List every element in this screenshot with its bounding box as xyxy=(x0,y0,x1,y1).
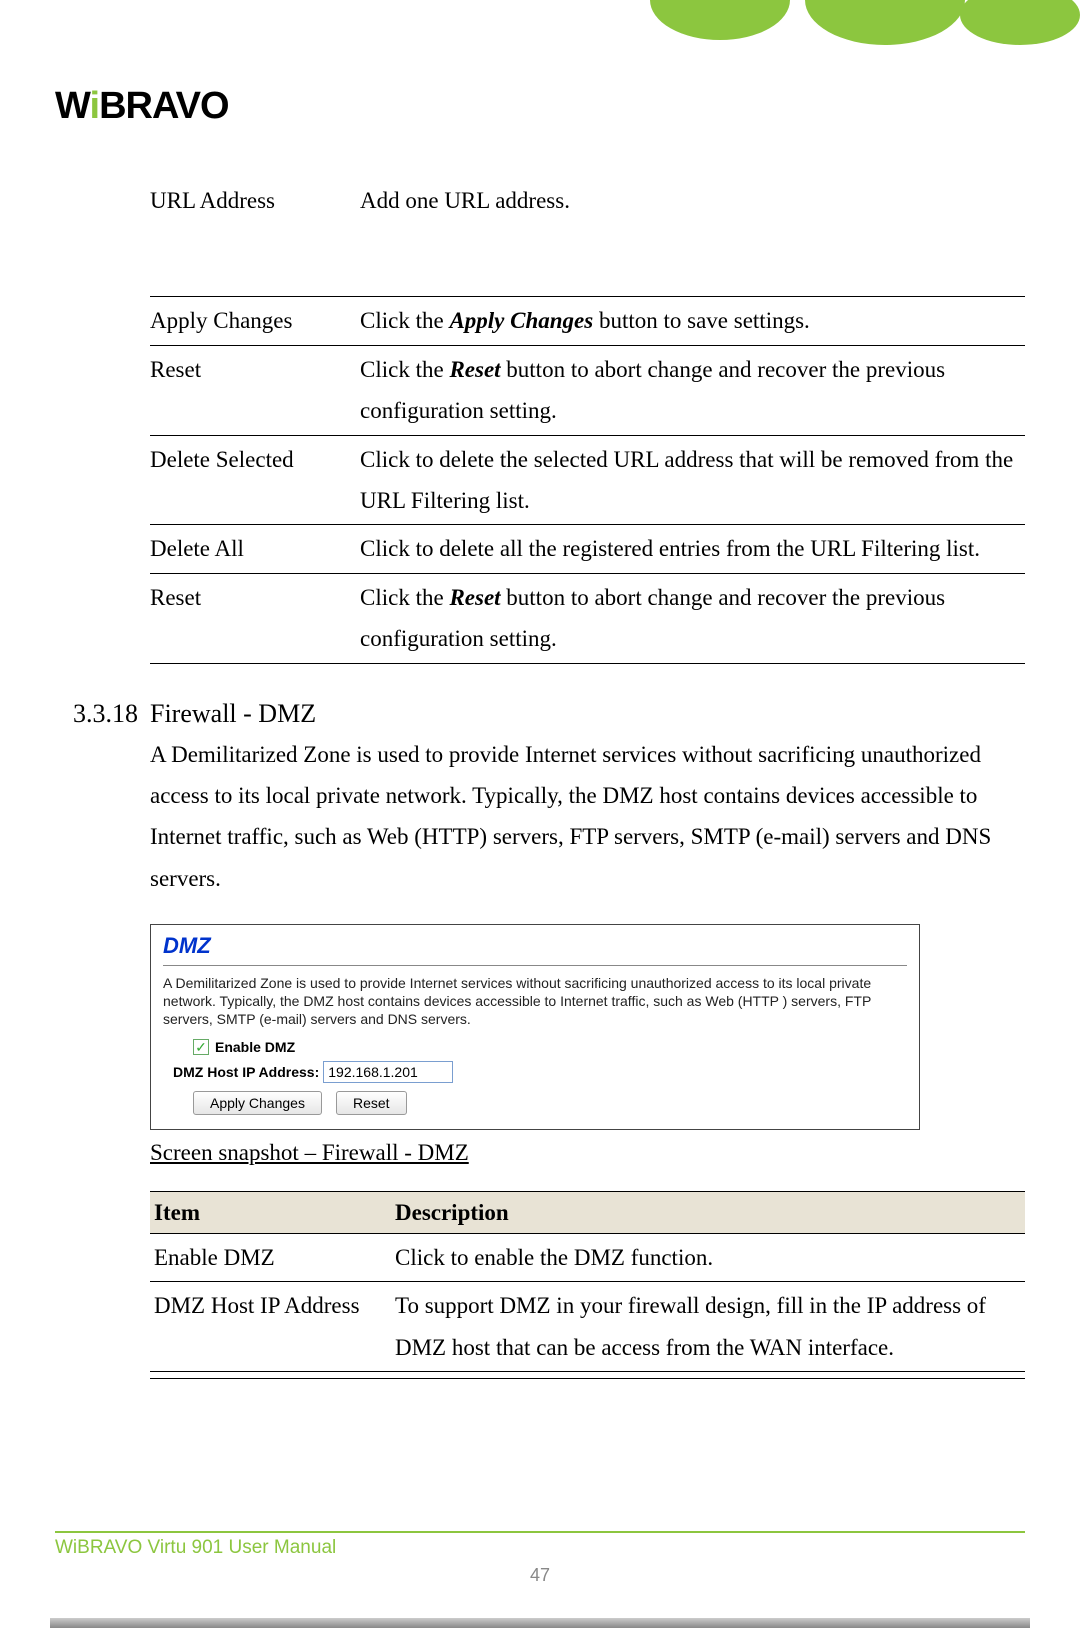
dmz-ip-row: DMZ Host IP Address: xyxy=(173,1061,907,1083)
header-cell: Description xyxy=(395,1192,1025,1233)
enable-dmz-label: Enable DMZ xyxy=(215,1039,295,1055)
table-row: Reset Click the Reset button to abort ch… xyxy=(150,346,1025,436)
table-header: Item Description xyxy=(150,1191,1025,1234)
table-row: Apply Changes Click the Apply Changes bu… xyxy=(150,296,1025,345)
snap-title: DMZ xyxy=(163,933,907,959)
enable-dmz-row: ✓ Enable DMZ xyxy=(193,1039,907,1055)
dmz-params-table: Item Description Enable DMZ Click to ena… xyxy=(150,1191,1025,1380)
cell: Click to delete the selected URL address… xyxy=(360,439,1025,522)
footer-rule xyxy=(55,1531,1025,1533)
cell: To support DMZ in your firewall design, … xyxy=(395,1285,1025,1368)
section-body: A Demilitarized Zone is used to provide … xyxy=(150,734,1025,900)
header-cell: Item xyxy=(150,1192,395,1233)
cell: Delete All xyxy=(150,528,360,569)
cell: Click to enable the DMZ function. xyxy=(395,1237,1025,1278)
actions-table: Apply Changes Click the Apply Changes bu… xyxy=(150,296,1025,663)
section-title: Firewall - DMZ xyxy=(150,699,316,729)
cell: Click the Apply Changes button to save s… xyxy=(360,300,1025,341)
logo-part: i xyxy=(90,85,100,127)
apply-changes-button[interactable]: Apply Changes xyxy=(193,1091,322,1115)
intro-label: URL Address xyxy=(150,180,360,221)
dmz-ip-input[interactable] xyxy=(323,1061,453,1083)
brand-logo: WiBRAVO xyxy=(55,85,229,128)
table-row: Delete Selected Click to delete the sele… xyxy=(150,436,1025,526)
cell: Click the Reset button to abort change a… xyxy=(360,577,1025,660)
divider xyxy=(163,965,907,966)
table-row xyxy=(150,1372,1025,1379)
page-number: 47 xyxy=(55,1565,1025,1586)
reset-button[interactable]: Reset xyxy=(336,1091,407,1115)
cell: DMZ Host IP Address xyxy=(150,1285,395,1368)
cell: Enable DMZ xyxy=(150,1237,395,1278)
section-heading: 3.3.18 Firewall - DMZ xyxy=(55,699,1025,729)
cell: Click to delete all the registered entri… xyxy=(360,528,1025,569)
cell: Apply Changes xyxy=(150,300,360,341)
cell: Click the Reset button to abort change a… xyxy=(360,349,1025,432)
table-row: DMZ Host IP Address To support DMZ in yo… xyxy=(150,1282,1025,1372)
page-footer: WiBRAVO Virtu 901 User Manual 47 xyxy=(55,1531,1025,1586)
enable-dmz-checkbox[interactable]: ✓ xyxy=(193,1039,209,1055)
logo-part: W xyxy=(55,85,90,127)
intro-text: Add one URL address. xyxy=(360,180,1025,221)
table-row: Delete All Click to delete all the regis… xyxy=(150,525,1025,573)
section-number: 3.3.18 xyxy=(55,699,150,729)
table-row: Enable DMZ Click to enable the DMZ funct… xyxy=(150,1234,1025,1282)
logo-part: BRAVO xyxy=(99,85,228,127)
snap-description: A Demilitarized Zone is used to provide … xyxy=(163,974,907,1029)
cell: Delete Selected xyxy=(150,439,360,522)
bottom-bar xyxy=(50,1618,1030,1628)
screenshot-caption: Screen snapshot – Firewall - DMZ xyxy=(150,1140,1025,1166)
dmz-ip-label: DMZ Host IP Address: xyxy=(173,1064,319,1080)
footer-text: WiBRAVO Virtu 901 User Manual xyxy=(55,1537,1025,1559)
cell: Reset xyxy=(150,349,360,432)
dmz-screenshot: DMZ A Demilitarized Zone is used to prov… xyxy=(150,924,920,1130)
cell: Reset xyxy=(150,577,360,660)
header-decoration xyxy=(580,0,1080,50)
intro-row: URL Address Add one URL address. xyxy=(55,180,1025,221)
table-row: Reset Click the Reset button to abort ch… xyxy=(150,574,1025,664)
